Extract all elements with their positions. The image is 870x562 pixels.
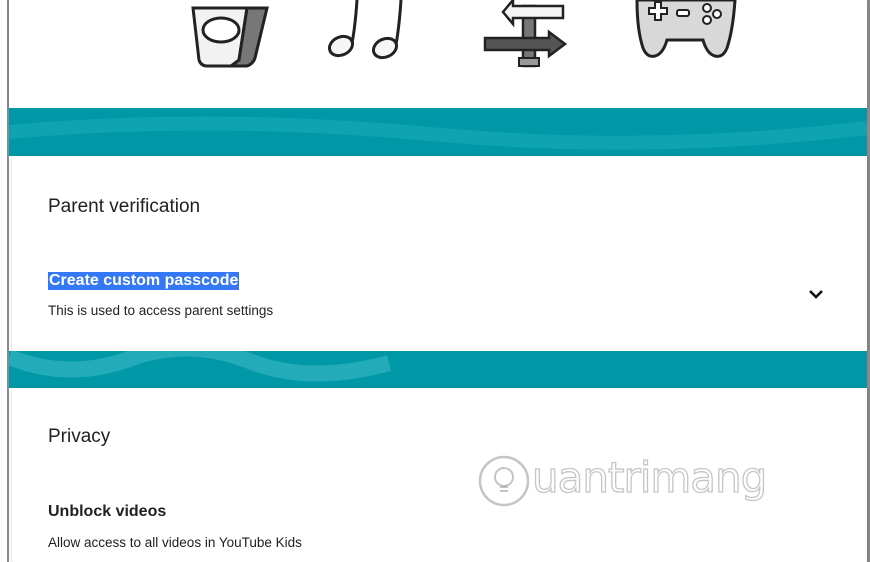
- parent-verification-card: Parent verification Create custom passco…: [12, 156, 867, 351]
- parent-verification-title: Parent verification: [48, 196, 201, 217]
- header-illustration: [9, 0, 867, 108]
- unblock-videos-description: Allow access to all videos in YouTube Ki…: [48, 535, 302, 550]
- wave-decoration: [9, 116, 867, 150]
- privacy-card: Privacy Unblock videos Allow access to a…: [12, 388, 867, 562]
- chevron-down-icon[interactable]: [806, 284, 826, 304]
- passcode-description: This is used to access parent settings: [48, 303, 274, 318]
- left-border: [0, 0, 9, 562]
- header-icons: [191, 0, 737, 68]
- wave-decoration: [9, 351, 392, 382]
- passcode-label: Create custom passcode: [48, 272, 240, 290]
- unblock-videos-label: Unblock videos: [48, 503, 167, 520]
- music-notes-icon: [327, 0, 403, 60]
- teal-divider-top: [9, 108, 867, 156]
- tablet-icon: [191, 6, 269, 68]
- swap-arrows-icon: [483, 0, 568, 68]
- privacy-title: Privacy: [48, 426, 111, 447]
- teal-divider-middle: [9, 351, 867, 388]
- gamepad-icon: [635, 0, 737, 58]
